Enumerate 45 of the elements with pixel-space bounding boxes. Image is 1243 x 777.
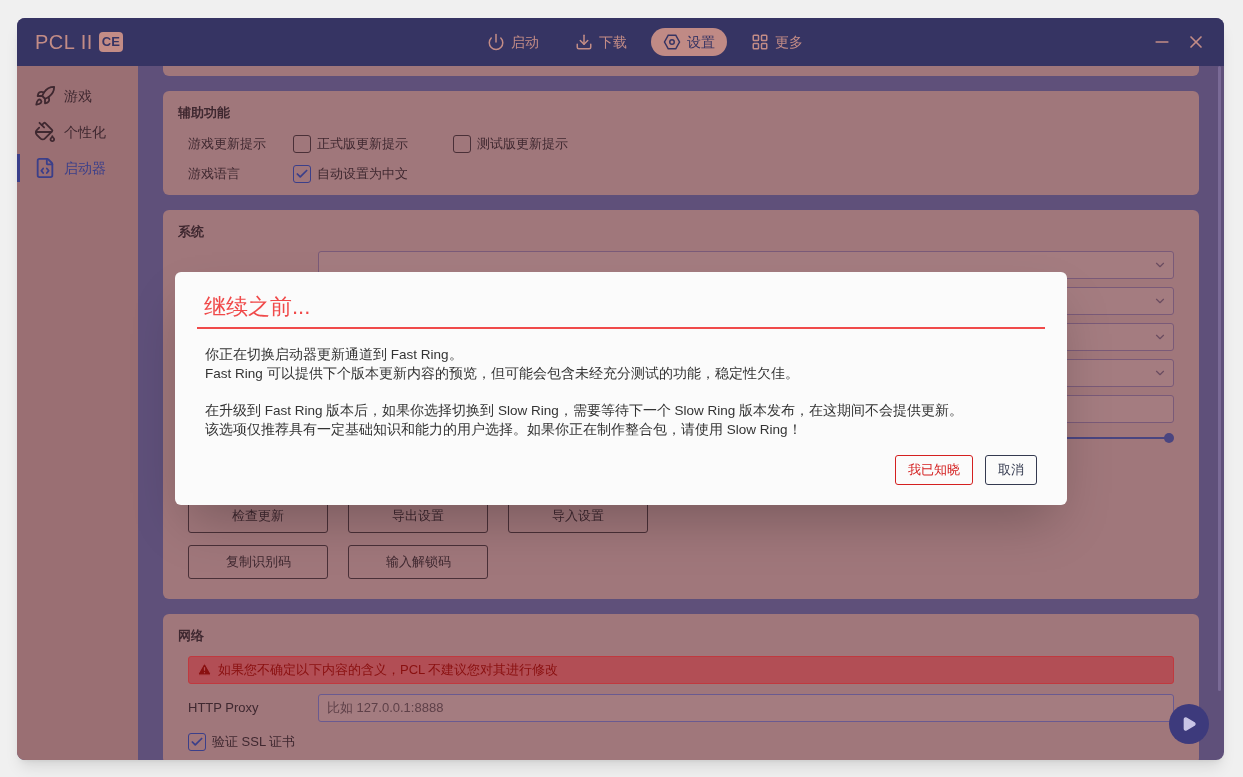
dialog-text: Fast Ring 可以提供下个版本更新内容的预览，但可能会包含未经充分测试的功能，稳定性欠佳。	[205, 365, 799, 383]
grid-icon	[751, 33, 769, 51]
app-logo: PCL II	[35, 30, 93, 55]
logo-badge: CE	[98, 32, 123, 52]
nav-tab[interactable]: 下载	[563, 28, 639, 56]
checkbox[interactable]	[293, 164, 311, 183]
dialog-text: 在升级到 Fast Ring 版本后，如果你选择切换到 Slow Ring，需要等待下一个 Slow Ring 版本发布，在这期间不会提供更新。	[205, 402, 964, 420]
checkbox[interactable]	[453, 134, 471, 153]
rocket-icon	[34, 85, 56, 107]
checkbox-label: 测试版更新提示	[477, 134, 568, 153]
proxy-label: HTTP Proxy	[188, 698, 260, 717]
checkbox-label: 正式版更新提示	[317, 134, 408, 153]
nav-tab[interactable]: 更多	[739, 28, 815, 56]
nav-tab[interactable]: 启动	[475, 28, 551, 56]
slider-thumb[interactable]	[1164, 433, 1174, 443]
code-icon	[34, 157, 56, 179]
setting-label: 游戏语言	[188, 164, 241, 183]
sidebar-item[interactable]: 个性化	[17, 118, 138, 146]
nav-tab[interactable]: 设置	[651, 28, 727, 56]
dialog-text: 该选项仅推荐具有一定基础知识和能力的用户选择。如果你正在制作整合包，请使用 Slow Ring！	[205, 421, 802, 439]
play-button[interactable]	[1169, 704, 1209, 744]
dialog-button[interactable]: 取消	[985, 455, 1037, 485]
play-icon	[1181, 716, 1197, 732]
checkbox-label: 验证 SSL 证书	[212, 732, 296, 751]
checkbox-label: 自动设置为中文	[317, 164, 408, 183]
checkbox[interactable]	[188, 732, 206, 751]
download-icon	[575, 33, 593, 51]
settings-icon	[663, 33, 681, 51]
warning-text: 如果您不确定以下内容的含义，PCL 不建议您对其进行修改	[218, 660, 559, 679]
dialog-title: 继续之前...	[197, 290, 1045, 329]
checkbox[interactable]	[293, 134, 311, 153]
sidebar-item[interactable]: 启动器	[17, 154, 138, 182]
warning-icon	[197, 662, 212, 677]
action-button[interactable]: 复制识别码	[188, 545, 328, 579]
section-title: 辅助功能	[178, 104, 230, 122]
dialog-text: 你正在切换启动器更新通道到 Fast Ring。	[205, 346, 463, 364]
section-title: 网络	[178, 627, 204, 645]
proxy-input[interactable]: 比如 127.0.0.1:8888	[318, 693, 1174, 722]
dialog-button[interactable]: 我已知晓	[895, 455, 973, 485]
power-icon	[487, 33, 505, 51]
action-button[interactable]: 输入解锁码	[348, 545, 488, 579]
setting-label: 游戏更新提示	[188, 134, 267, 153]
sidebar-item[interactable]: 游戏	[17, 82, 138, 110]
section-title: 系统	[178, 222, 204, 241]
paint-bucket-icon	[34, 121, 56, 143]
